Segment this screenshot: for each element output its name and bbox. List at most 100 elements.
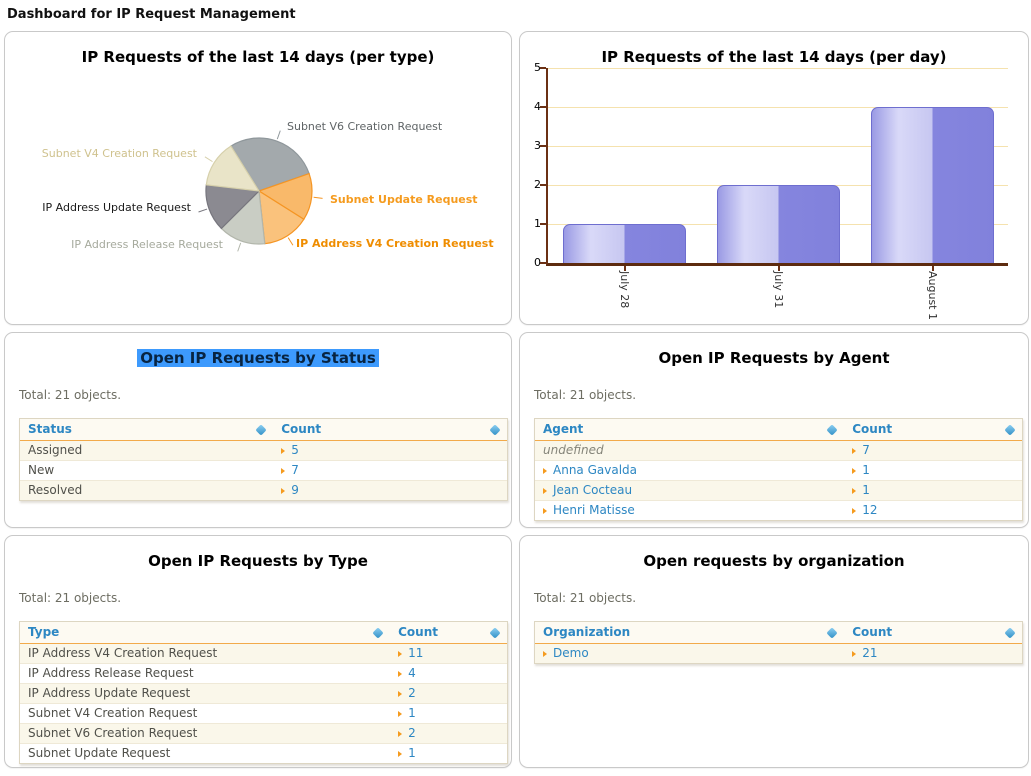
bar-chart-title: IP Requests of the last 14 days (per day… (520, 48, 1028, 66)
row-arrow-icon (852, 488, 856, 494)
column-header-status[interactable]: Status (20, 419, 273, 440)
row-arrow-icon (398, 731, 402, 737)
cell-text: IP Address Update Request (28, 686, 190, 700)
cell-link[interactable]: 1 (408, 706, 416, 720)
data-table: Status Count Assigned 5 New 7 Resolved 9 (19, 418, 508, 501)
y-axis-label: 1 (520, 217, 541, 230)
organization-panel-title-text: Open requests by organization (643, 552, 904, 570)
cell-link[interactable]: 1 (408, 746, 416, 760)
bar-july-31[interactable] (717, 185, 840, 263)
y-axis-label: 5 (520, 61, 541, 74)
cell-text: Assigned (28, 443, 82, 457)
pie-slice-label: Subnet Update Request (330, 193, 478, 206)
panel-bar-chart: IP Requests of the last 14 days (per day… (519, 31, 1029, 325)
table-cell: 7 (844, 441, 1022, 460)
cell-link[interactable]: Henri Matisse (553, 503, 635, 517)
column-header-organization[interactable]: Organization (535, 622, 844, 643)
column-header-label: Count (852, 622, 892, 643)
sort-icon[interactable] (256, 424, 267, 435)
cell-link[interactable]: 2 (408, 726, 416, 740)
agent-panel-title-text: Open IP Requests by Agent (658, 349, 889, 367)
status-total-label: Total: 21 objects. (19, 388, 121, 402)
table-header-row: Type Count (20, 622, 507, 644)
organization-panel-title: Open requests by organization (520, 552, 1028, 570)
cell-link[interactable]: 1 (862, 483, 870, 497)
column-header-label: Status (28, 419, 72, 440)
table-row: Jean Cocteau 1 (535, 480, 1022, 500)
column-header-count[interactable]: Count (390, 622, 507, 643)
cell-link[interactable]: 21 (862, 646, 877, 660)
column-header-label: Count (852, 419, 892, 440)
column-header-count[interactable]: Count (273, 419, 507, 440)
status-table: Status Count Assigned 5 New 7 Resolved 9 (19, 418, 508, 501)
cell-link[interactable]: 9 (291, 483, 299, 497)
type-table: Type Count IP Address V4 Creation Request 1… (19, 621, 508, 764)
cell-text: Subnet Update Request (28, 746, 170, 760)
sort-icon[interactable] (827, 424, 838, 435)
cell-text: IP Address V4 Creation Request (28, 646, 217, 660)
type-total-label: Total: 21 objects. (19, 591, 121, 605)
column-header-count[interactable]: Count (844, 419, 1022, 440)
y-axis-tick (540, 262, 546, 264)
cell-link[interactable]: 7 (862, 443, 870, 457)
row-arrow-icon (281, 488, 285, 494)
row-arrow-icon (543, 508, 547, 514)
bar-august-1[interactable] (871, 107, 994, 263)
cell-link[interactable]: Jean Cocteau (553, 483, 632, 497)
cell-link[interactable]: 1 (862, 463, 870, 477)
pie-slice-label: IP Address Release Request (35, 238, 223, 251)
column-header-label: Count (281, 419, 321, 440)
status-panel-title-text: Open IP Requests by Status (137, 349, 379, 367)
table-header-row: Status Count (20, 419, 507, 441)
row-arrow-icon (398, 711, 402, 717)
bar-july-28[interactable] (563, 224, 686, 263)
y-axis-tick (540, 67, 546, 69)
column-header-label: Organization (543, 622, 630, 643)
table-cell: Assigned (20, 441, 273, 460)
table-cell: Demo (535, 644, 844, 663)
cell-link[interactable]: 12 (862, 503, 877, 517)
agent-total-label: Total: 21 objects. (534, 388, 636, 402)
cell-link[interactable]: 4 (408, 666, 416, 680)
cell-text: Resolved (28, 483, 82, 497)
pie-slice-label: Subnet V4 Creation Request (19, 147, 197, 160)
column-header-count[interactable]: Count (844, 622, 1022, 643)
cell-link[interactable]: 5 (291, 443, 299, 457)
sort-icon[interactable] (1004, 424, 1015, 435)
column-header-agent[interactable]: Agent (535, 419, 844, 440)
y-axis-label: 4 (520, 100, 541, 113)
table-header-row: Organization Count (535, 622, 1022, 644)
table-cell: New (20, 461, 273, 480)
cell-link[interactable]: 11 (408, 646, 423, 660)
cell-link[interactable]: 2 (408, 686, 416, 700)
y-axis-label: 2 (520, 178, 541, 191)
row-arrow-icon (543, 651, 547, 657)
table-cell: 1 (390, 704, 507, 723)
panel-pie-chart: IP Requests of the last 14 days (per typ… (4, 31, 512, 325)
row-arrow-icon (852, 508, 856, 514)
cell-text: Subnet V4 Creation Request (28, 706, 197, 720)
column-header-label: Type (28, 622, 59, 643)
table-cell: Subnet V6 Creation Request (20, 724, 390, 743)
table-row: Henri Matisse 12 (535, 500, 1022, 520)
cell-link[interactable]: Demo (553, 646, 589, 660)
column-header-type[interactable]: Type (20, 622, 390, 643)
sort-icon[interactable] (489, 627, 500, 638)
bar-chart-plot-area: 012345July 28July 31August 1 (546, 68, 1008, 266)
table-header-row: Agent Count (535, 419, 1022, 441)
pie-label-leader-line (277, 131, 280, 139)
table-cell: IP Address Release Request (20, 664, 390, 683)
row-arrow-icon (281, 468, 285, 474)
sort-icon[interactable] (372, 627, 383, 638)
column-header-label: Count (398, 622, 438, 643)
y-axis-label: 3 (520, 139, 541, 152)
sort-icon[interactable] (1004, 627, 1015, 638)
page-title: Dashboard for IP Request Management (7, 7, 1031, 22)
cell-link[interactable]: 7 (291, 463, 299, 477)
y-axis-tick (540, 184, 546, 186)
sort-icon[interactable] (827, 627, 838, 638)
cell-link[interactable]: Anna Gavalda (553, 463, 637, 477)
row-arrow-icon (398, 691, 402, 697)
sort-icon[interactable] (489, 424, 500, 435)
table-cell: 21 (844, 644, 1022, 663)
